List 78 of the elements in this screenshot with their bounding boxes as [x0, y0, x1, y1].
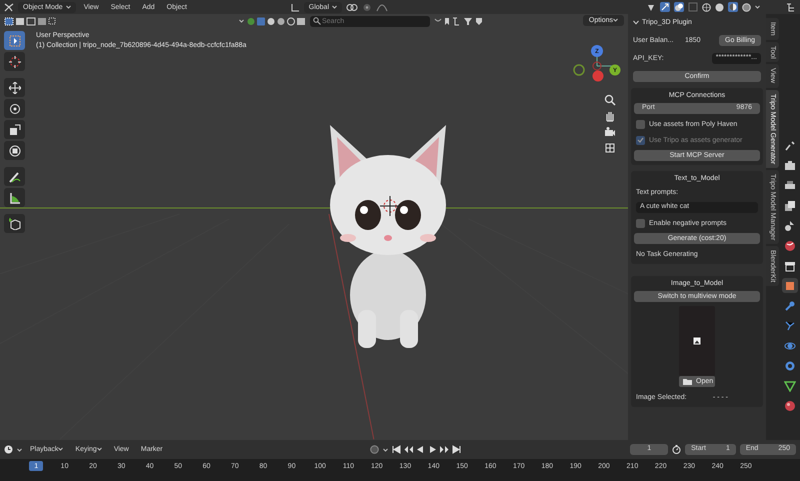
tool-button[interactable]	[4, 188, 25, 207]
3d-cursor-icon	[380, 196, 400, 216]
checkbox[interactable]	[636, 120, 645, 128]
jump-end-icon[interactable]	[452, 445, 461, 454]
search-icon	[313, 17, 321, 25]
object-visibility-icon[interactable]	[247, 16, 307, 26]
tool-button[interactable]	[4, 52, 25, 71]
scale-tool-icon	[8, 124, 20, 136]
image-icon	[693, 337, 701, 345]
layers-icon	[784, 200, 796, 212]
checkmark-icon	[637, 137, 644, 143]
caret-icon	[755, 5, 760, 9]
checkbox[interactable]	[636, 218, 645, 228]
clock-icon[interactable]	[4, 445, 13, 454]
overlay-toggle-icon[interactable]	[674, 2, 684, 12]
caret-icon	[332, 5, 337, 9]
properties-tab[interactable]	[782, 398, 798, 413]
caret-icon	[17, 448, 22, 452]
falloff-icon[interactable]	[376, 2, 388, 12]
transform-tool-icon	[8, 144, 20, 156]
next-keyframe-icon[interactable]	[440, 445, 449, 454]
play-reverse-icon[interactable]	[416, 445, 425, 454]
move-tool-icon	[8, 82, 20, 94]
snap-icon[interactable]	[362, 2, 372, 12]
properties-tab[interactable]	[782, 198, 798, 213]
expanded-icon[interactable]	[633, 20, 639, 25]
properties-tab[interactable]	[782, 278, 798, 293]
material-shading-icon[interactable]	[728, 2, 738, 12]
tool-button[interactable]	[4, 141, 25, 160]
filter-icons[interactable]	[433, 16, 483, 26]
rotate-tool-icon	[8, 102, 20, 114]
rendered-shading-icon[interactable]	[742, 2, 751, 12]
wireframe-shading-icon[interactable]	[702, 2, 711, 12]
select-mode-icons[interactable]	[4, 16, 56, 26]
properties-tab[interactable]	[782, 158, 798, 173]
tool-icon	[784, 140, 796, 152]
add-cube-tool-icon	[8, 218, 20, 230]
camera-back-icon	[784, 160, 796, 172]
grid-icon[interactable]	[604, 142, 616, 154]
zoom-icon[interactable]	[604, 94, 616, 106]
caret-icon	[66, 5, 71, 9]
triangle-mesh-icon	[784, 380, 796, 392]
stopwatch-icon[interactable]	[672, 445, 682, 454]
camera-icon[interactable]	[604, 126, 616, 138]
orientation-icon[interactable]	[290, 2, 300, 12]
cursor-tool-icon	[8, 56, 20, 68]
select-tool-icon	[8, 34, 20, 46]
caret-icon	[382, 448, 388, 452]
folder-icon	[683, 378, 692, 385]
tool-button[interactable]	[4, 120, 25, 139]
hand-icon[interactable]	[604, 110, 616, 122]
tool-button[interactable]	[4, 99, 25, 118]
jump-start-icon[interactable]	[392, 445, 401, 454]
box-icon	[784, 260, 796, 272]
measure-tool-icon	[8, 192, 20, 204]
play-icon[interactable]	[428, 445, 437, 454]
tool-button[interactable]	[4, 78, 25, 97]
scene-icon	[784, 220, 796, 232]
cube-icon	[784, 280, 796, 292]
caret-icon	[58, 447, 64, 451]
caret-icon	[96, 447, 102, 451]
sphere-icon	[784, 400, 796, 412]
gizmo-toggle-icon[interactable]	[660, 2, 670, 12]
wrench-icon	[784, 300, 796, 312]
annotate-tool-icon	[8, 170, 20, 182]
outliner-icon[interactable]	[786, 2, 796, 12]
globe-icon	[784, 240, 796, 252]
prev-keyframe-icon[interactable]	[404, 445, 413, 454]
properties-tab[interactable]	[782, 238, 798, 253]
keyframe-record-icon[interactable]	[370, 445, 379, 454]
caret-icon	[239, 19, 244, 23]
solid-shading-icon[interactable]	[715, 2, 724, 12]
visibility-icon[interactable]	[646, 2, 656, 12]
tool-button[interactable]	[4, 167, 25, 186]
caret-icon	[613, 18, 618, 22]
pivot-icon[interactable]	[346, 2, 358, 12]
printer-icon	[784, 180, 796, 192]
tool-button[interactable]	[4, 214, 25, 233]
